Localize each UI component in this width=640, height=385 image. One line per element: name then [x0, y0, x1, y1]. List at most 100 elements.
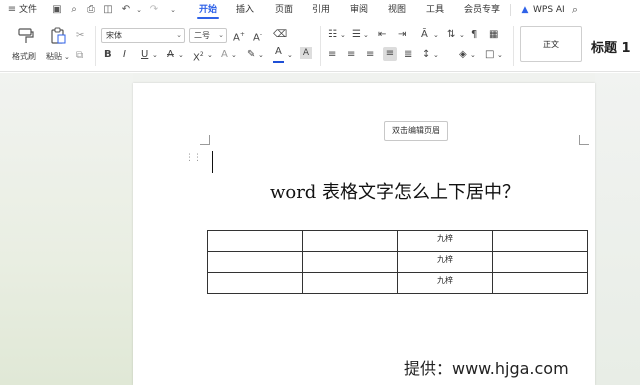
table-cell[interactable] [207, 251, 303, 273]
redo-icon[interactable]: ↷ [148, 4, 160, 16]
active-tab-indicator [197, 17, 219, 19]
highlight-dropdown-icon[interactable]: ⌄ [258, 48, 264, 62]
line-spacing-icon[interactable]: ↕ [422, 48, 430, 62]
chinese-layout-dropdown-icon[interactable]: ⌄ [433, 28, 439, 42]
document-title[interactable]: word 表格文字怎么上下居中？ [195, 178, 595, 204]
table-cell[interactable] [492, 230, 588, 252]
font-color-dropdown-icon[interactable]: ⌄ [287, 48, 293, 62]
numbered-list-dropdown-icon[interactable]: ⌄ [363, 28, 369, 42]
tab-insert[interactable]: 插入 [236, 0, 254, 20]
copy-icon[interactable]: ⧉ [76, 49, 83, 63]
table-cell[interactable] [302, 230, 398, 252]
margin-corner-top-right [579, 135, 589, 145]
bold-icon[interactable]: B [104, 48, 112, 62]
edit-header-button[interactable]: 双击编辑页眉 [384, 121, 448, 141]
shrink-font-icon[interactable]: A- [253, 28, 262, 45]
font-name-combo[interactable]: 宋体 ⌄ [101, 28, 185, 43]
underline-icon[interactable]: U [141, 48, 148, 62]
shading-icon[interactable]: ◈ [459, 48, 467, 62]
format-painter-label[interactable]: 格式刷 [12, 50, 36, 64]
distributed-align-icon[interactable]: ≣ [404, 48, 412, 62]
increase-indent-icon[interactable]: ⇥ [398, 28, 406, 42]
cut-icon[interactable]: ✂ [76, 29, 84, 43]
bullet-list-icon[interactable]: ☷ [328, 28, 337, 42]
menu-divider [510, 4, 511, 16]
sort-icon[interactable]: ⇅ [447, 28, 455, 42]
italic-icon[interactable]: I [123, 48, 126, 62]
strikethrough-icon[interactable]: A [167, 48, 174, 62]
paste-icon[interactable] [49, 27, 67, 45]
align-left-icon[interactable]: ≡ [328, 48, 336, 62]
print-preview-icon[interactable]: ◫ [102, 4, 114, 16]
ribbon-divider [513, 26, 514, 66]
wps-ai-button[interactable]: WPS AI [533, 0, 565, 20]
wps-ai-icon: ▲ [521, 5, 529, 15]
line-spacing-dropdown-icon[interactable]: ⌄ [433, 48, 439, 62]
text-effect-icon[interactable]: A [221, 48, 228, 62]
style-heading1[interactable]: 标题 1 [591, 37, 631, 56]
highlight-icon[interactable]: ✎ [247, 48, 255, 62]
borders-dropdown-icon[interactable]: ⌄ [497, 48, 503, 62]
show-marks-icon[interactable]: ¶ [471, 28, 477, 42]
table-cell[interactable] [302, 251, 398, 273]
undo-dropdown-icon[interactable]: ⌄ [133, 4, 145, 16]
justify-icon[interactable]: ≡ [383, 47, 397, 61]
strikethrough-dropdown-icon[interactable]: ⌄ [178, 48, 184, 62]
table-row: 九梓 [207, 251, 588, 273]
sort-dropdown-icon[interactable]: ⌄ [459, 28, 465, 42]
document-page[interactable]: 双击编辑页眉 ⋮⋮ word 表格文字怎么上下居中？ 九梓 九梓 九梓 [133, 83, 595, 385]
undo-icon[interactable]: ↶ [120, 4, 132, 16]
document-table[interactable]: 九梓 九梓 九梓 [207, 230, 588, 294]
font-size-combo[interactable]: 二号 ⌄ [189, 28, 227, 43]
superscript-dropdown-icon[interactable]: ⌄ [207, 48, 213, 62]
char-shading-icon[interactable]: A [300, 47, 312, 59]
table-tools-icon[interactable]: ▦ [489, 28, 498, 42]
tab-view[interactable]: 视图 [388, 0, 406, 20]
grow-font-icon[interactable]: A+ [233, 28, 245, 45]
drag-handle-icon[interactable]: ⋮⋮ [185, 154, 202, 163]
print-icon[interactable]: ⎙ [85, 4, 97, 16]
more-quick-access-icon[interactable]: ⌄ [167, 4, 179, 16]
clear-format-icon[interactable]: ⌫ [273, 28, 287, 42]
table-cell[interactable] [492, 251, 588, 273]
save-icon[interactable]: ▣ [51, 4, 63, 16]
font-color-icon[interactable]: A [275, 45, 282, 59]
table-cell[interactable] [207, 272, 303, 294]
table-cell[interactable] [207, 230, 303, 252]
table-cell[interactable]: 九梓 [397, 230, 493, 252]
margin-corner-top-left [200, 135, 210, 145]
decrease-indent-icon[interactable]: ⇤ [378, 28, 386, 42]
tab-page[interactable]: 页面 [275, 0, 293, 20]
text-effect-dropdown-icon[interactable]: ⌄ [231, 48, 237, 62]
paste-label[interactable]: 粘贴 [46, 50, 62, 64]
paste-dropdown-icon[interactable]: ⌄ [64, 50, 70, 64]
borders-icon[interactable]: □ [485, 48, 494, 62]
export-icon[interactable]: ⌕ [68, 4, 80, 16]
tab-references[interactable]: 引用 [312, 0, 330, 20]
table-cell[interactable] [492, 272, 588, 294]
style-normal[interactable]: 正文 [520, 26, 582, 62]
menu-icon[interactable]: ≡ [6, 4, 18, 16]
underline-dropdown-icon[interactable]: ⌄ [152, 48, 158, 62]
font-size-value: 二号 [194, 31, 210, 40]
table-cell[interactable]: 九梓 [397, 251, 493, 273]
table-cell[interactable]: 九梓 [397, 272, 493, 294]
bullet-list-dropdown-icon[interactable]: ⌄ [340, 28, 346, 42]
format-painter-icon[interactable] [17, 27, 35, 45]
tab-tools[interactable]: 工具 [426, 0, 444, 20]
superscript-icon[interactable]: X2 [193, 48, 204, 65]
shading-dropdown-icon[interactable]: ⌄ [470, 48, 476, 62]
numbered-list-icon[interactable]: ☰ [352, 28, 361, 42]
tab-review[interactable]: 审阅 [350, 0, 368, 20]
table-cell[interactable] [302, 272, 398, 294]
tab-member[interactable]: 会员专享 [464, 0, 500, 20]
search-icon[interactable]: ⌕ [569, 4, 581, 16]
align-right-icon[interactable]: ≡ [366, 48, 374, 62]
left-workspace-background [0, 73, 133, 385]
chinese-layout-icon[interactable]: Ā [421, 28, 428, 42]
file-menu[interactable]: 文件 [19, 0, 37, 20]
align-center-icon[interactable]: ≡ [347, 48, 355, 62]
ribbon-divider [95, 26, 96, 66]
style-normal-label: 正文 [543, 40, 559, 49]
ribbon-toolbar: 格式刷 粘贴 ⌄ ✂ ⧉ 宋体 ⌄ 二号 ⌄ A+ A- ⌫ B I U ⌄ A… [0, 20, 640, 72]
